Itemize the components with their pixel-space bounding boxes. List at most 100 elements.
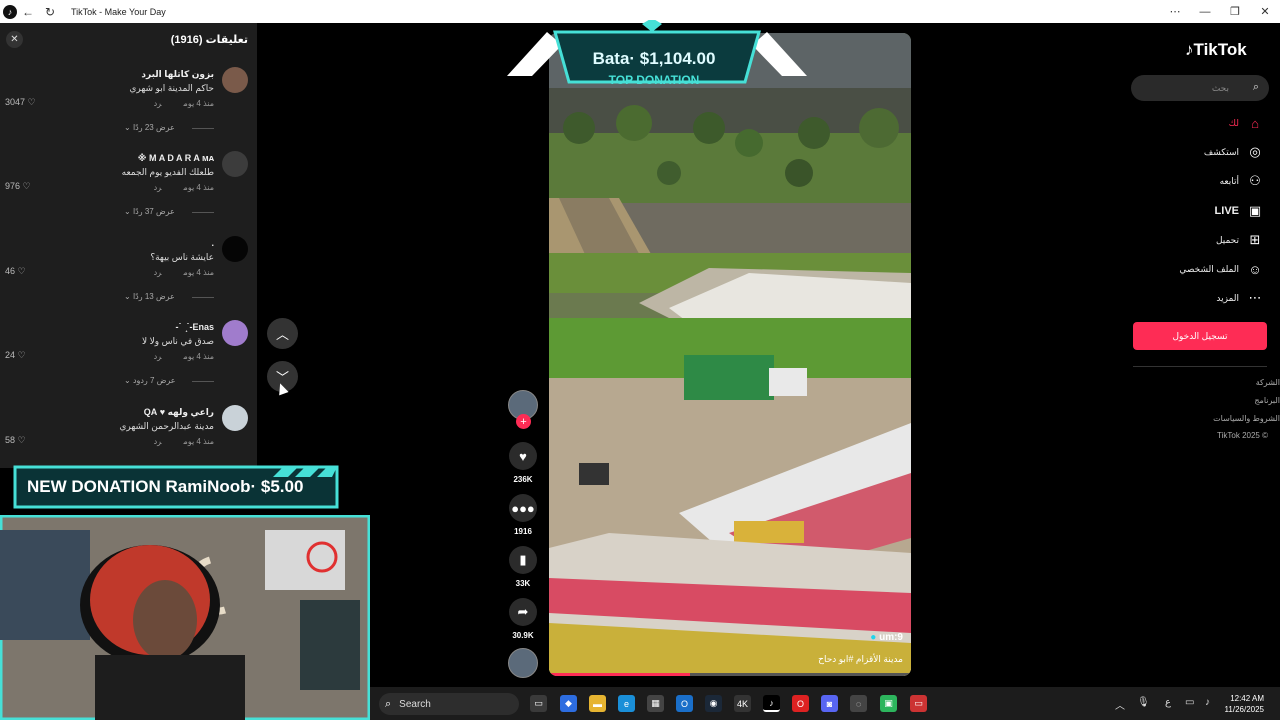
profile-icon: ☺ — [1248, 261, 1262, 277]
view-replies-button[interactable]: عرض 37 ردًا ⌄ — [124, 207, 175, 216]
like-action[interactable]: ♥ 236K — [506, 442, 540, 484]
nav-more[interactable]: ⋯ المزيد — [1216, 289, 1264, 307]
discord-icon[interactable]: ◙ — [821, 695, 838, 712]
webcam-overlay — [0, 515, 370, 720]
tiktok-app-icon: ♪ — [3, 4, 17, 19]
minimize-button[interactable]: — — [1190, 0, 1220, 23]
nav-profile[interactable]: ☺ الملف الشخصي — [1179, 260, 1264, 278]
comment-like-button[interactable]: 58 ♡ — [5, 435, 26, 446]
bookmark-icon[interactable]: ▮ — [509, 546, 537, 574]
comment-time: منذ 4 يوم — [183, 99, 214, 108]
chevron-up-icon: ︿ — [275, 327, 289, 342]
view-replies-button[interactable]: عرض 23 ردًا ⌄ — [124, 123, 175, 132]
search-input[interactable]: بحث ⌕ — [1131, 75, 1269, 101]
tray-expand-icon[interactable]: ︿ — [1115, 697, 1125, 712]
video-progress-bar[interactable] — [549, 673, 911, 676]
save-action[interactable]: ▮ 33K — [506, 546, 540, 588]
store-icon[interactable]: ▦ — [647, 695, 664, 712]
network-icon[interactable]: ▭ — [1185, 697, 1194, 708]
logo-text: TikTok — [1193, 40, 1247, 59]
nav-label: الملف الشخصي — [1179, 263, 1239, 274]
previous-video-button[interactable]: ︿ — [267, 318, 298, 349]
app-icon[interactable]: ▭ — [910, 695, 927, 712]
nav-label: تحميل — [1215, 234, 1239, 245]
verified-icon: ● — [870, 632, 877, 643]
footer-company[interactable]: الشركة — [1256, 378, 1280, 387]
avatar[interactable] — [222, 320, 248, 346]
opera-icon[interactable]: O — [792, 695, 809, 712]
sound-disc-icon[interactable] — [508, 648, 538, 678]
video-player[interactable]: ● um:9 مدينة الأقزام #ابو دحاح — [549, 33, 911, 676]
comment-author[interactable]: راعي ولهه ♥ QA — [144, 407, 214, 418]
restore-button[interactable]: ❐ — [1220, 0, 1250, 23]
footer-program[interactable]: البرنامج — [1254, 396, 1280, 405]
system-clock[interactable]: 12:42 AM 11/26/2025 — [1225, 693, 1264, 715]
close-comments-button[interactable]: ✕ — [6, 31, 23, 48]
comment-author[interactable]: Enas-˙ ̟ ˙- — [175, 322, 214, 332]
avatar[interactable] — [222, 405, 248, 431]
comment-action[interactable]: ●●● 1916 — [506, 494, 540, 536]
like-count: 3047 — [5, 97, 26, 107]
language-indicator[interactable]: ع — [1165, 697, 1171, 708]
nav-following[interactable]: ⚇ أتابعه — [1220, 172, 1264, 190]
comment-author[interactable]: M A D A R A ᴍᴀ ※ — [138, 153, 214, 164]
comment-icon[interactable]: ●●● — [509, 494, 537, 522]
close-window-button[interactable]: ✕ — [1250, 0, 1280, 23]
tiktok-logo[interactable]: ♪TikTok — [1185, 40, 1247, 60]
volume-icon[interactable]: ♪ — [1205, 697, 1210, 708]
share-action[interactable]: ➦ 30.9K — [506, 598, 540, 640]
new-donation-text: NEW DONATION RamiNoob· $5.00 — [27, 477, 304, 496]
comment-like-button[interactable]: 46 ♡ — [5, 266, 26, 277]
4k-downloader-icon[interactable]: 4K — [734, 695, 751, 712]
reply-button[interactable]: رد — [154, 352, 162, 361]
nav-live[interactable]: ▣ LIVE — [1215, 202, 1264, 220]
avatar[interactable] — [222, 67, 248, 93]
heart-icon[interactable]: ♥ — [509, 442, 537, 470]
follow-plus-icon[interactable]: + — [516, 414, 531, 429]
more-options-icon[interactable]: ⋯ — [1160, 0, 1190, 23]
reply-button[interactable]: رد — [154, 183, 162, 192]
comment-author[interactable]: بزون كاتلها البرد — [141, 69, 214, 80]
nav-explore[interactable]: ◎ استكشف — [1204, 143, 1264, 161]
reply-button[interactable]: رد — [154, 437, 162, 446]
upload-icon: ⊞ — [1249, 232, 1261, 247]
footer-terms[interactable]: الشروط والسياسات — [1213, 414, 1280, 423]
view-replies-label: عرض 23 ردًا — [132, 123, 175, 132]
steam-icon[interactable]: ◉ — [705, 695, 722, 712]
nav-upload[interactable]: ⊞ تحميل — [1216, 231, 1264, 249]
login-button[interactable]: تسجيل الدخول — [1133, 322, 1267, 350]
obs-icon[interactable]: ◌ — [850, 695, 867, 712]
microphone-icon[interactable]: 🎙 — [1137, 697, 1150, 708]
divider — [192, 381, 214, 382]
reply-button[interactable]: رد — [154, 268, 162, 277]
video-author[interactable]: ● um:9 — [870, 632, 903, 643]
comment-meta: منذ 4 يوم رد — [154, 437, 214, 446]
view-replies-button[interactable]: عرض 7 ردود ⌄ — [124, 376, 176, 385]
avatar[interactable] — [222, 236, 248, 262]
comment-count: 1916 — [514, 527, 532, 536]
comment-text: حاكم المدينة ابو شهري — [129, 83, 214, 93]
avatar[interactable] — [222, 151, 248, 177]
file-explorer-icon[interactable]: ▬ — [589, 695, 606, 712]
copilot-icon[interactable]: ◆ — [560, 695, 577, 712]
comments-header: تعليقات (1916) — [170, 34, 248, 46]
comment-author[interactable]: . — [211, 238, 214, 248]
view-replies-button[interactable]: عرض 13 ردًا ⌄ — [124, 292, 175, 301]
comment-like-button[interactable]: 24 ♡ — [5, 350, 26, 361]
comment-like-button[interactable]: 3047 ♡ — [5, 97, 36, 108]
tiktok-taskbar-icon[interactable]: ♪ — [763, 695, 780, 712]
comment-text: صدق في ناس ولا لا — [142, 336, 214, 346]
search-icon[interactable]: ⌕ — [1253, 81, 1259, 94]
android-icon[interactable]: ▣ — [880, 695, 897, 712]
task-view-icon[interactable]: ▭ — [530, 695, 547, 712]
back-icon[interactable]: ← — [17, 0, 39, 23]
taskbar-search[interactable]: ⌕ Search — [379, 693, 519, 715]
refresh-icon[interactable]: ↻ — [39, 0, 61, 23]
outlook-icon[interactable]: O — [676, 695, 693, 712]
nav-for-you[interactable]: ⌂ لك — [1229, 114, 1264, 132]
edge-icon[interactable]: e — [618, 695, 635, 712]
share-icon[interactable]: ➦ — [509, 598, 537, 626]
reply-button[interactable]: رد — [154, 99, 162, 108]
comment-like-button[interactable]: 976 ♡ — [5, 181, 31, 192]
nav-label: LIVE — [1214, 205, 1239, 217]
